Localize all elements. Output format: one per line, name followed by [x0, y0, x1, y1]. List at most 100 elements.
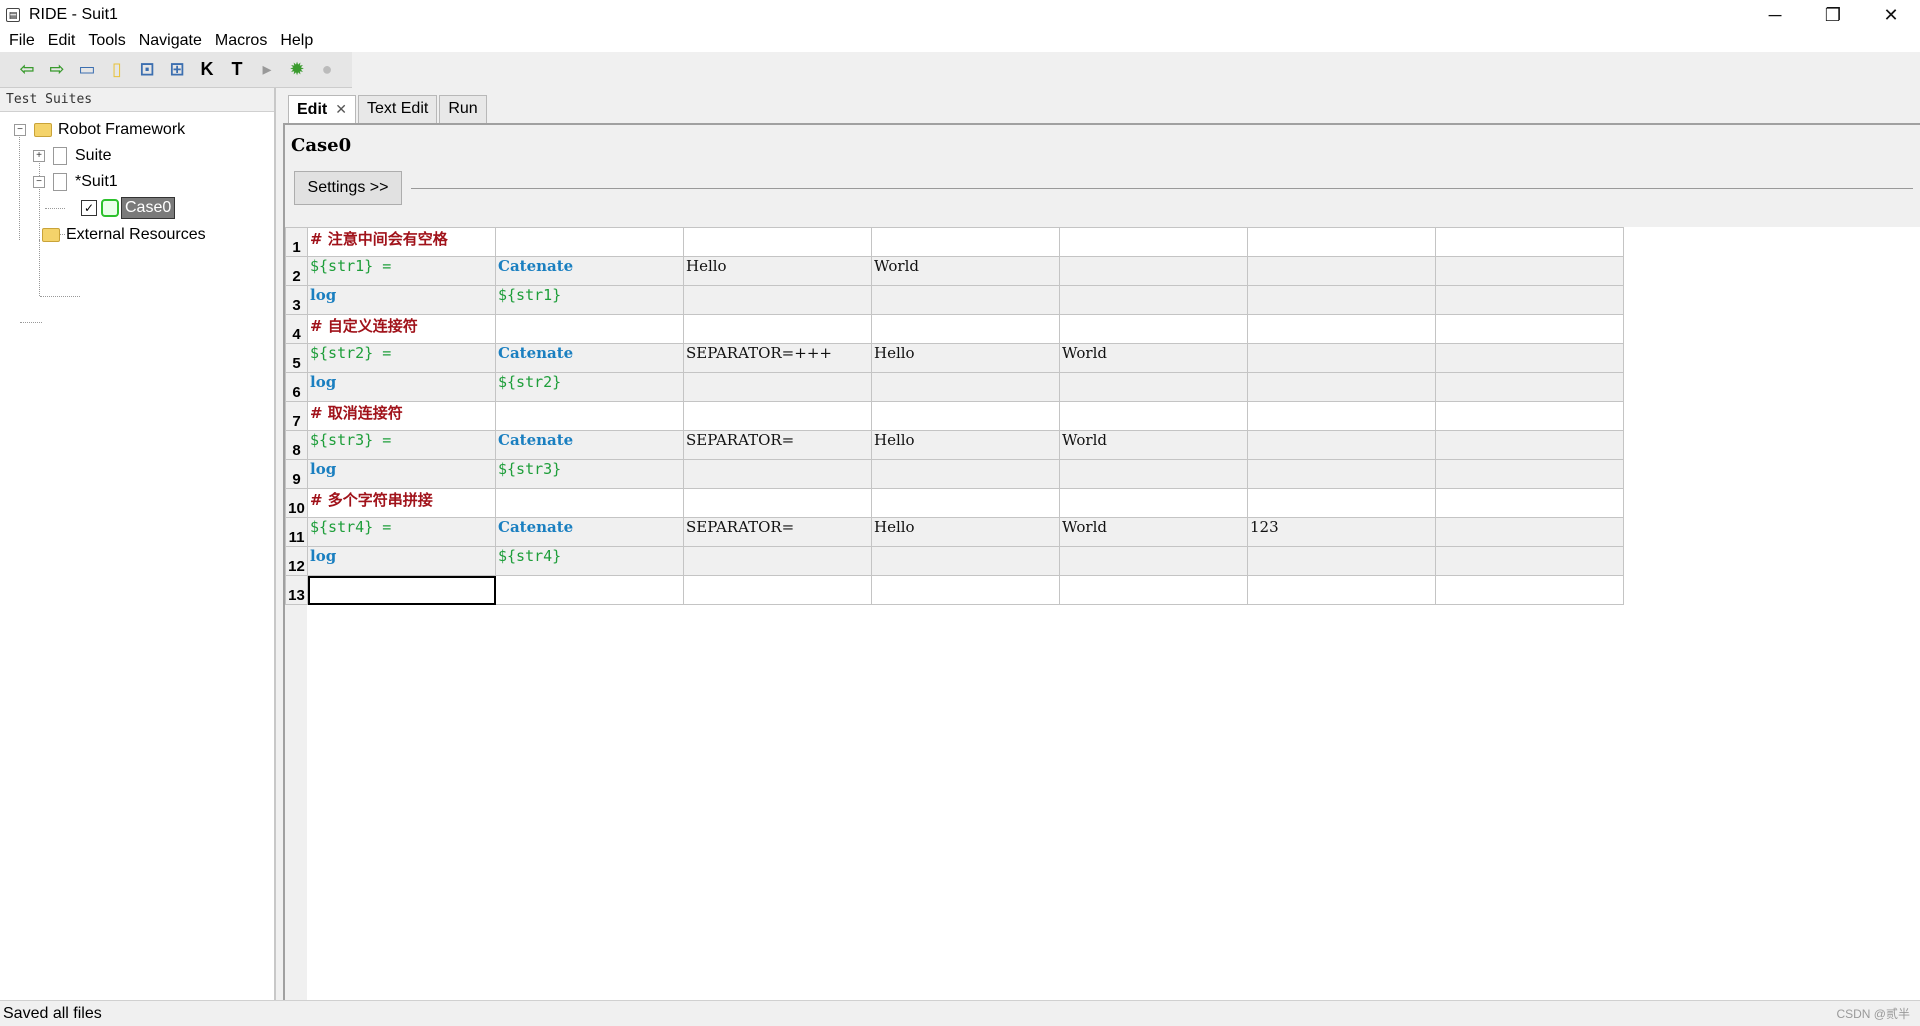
grid-cell[interactable]	[1435, 401, 1624, 431]
grid-cell[interactable]: Catenate	[495, 256, 684, 286]
grid-cell[interactable]: SEPARATOR=	[683, 517, 872, 547]
grid-cell[interactable]	[1435, 285, 1624, 315]
grid-cell[interactable]	[1059, 401, 1248, 431]
grid-cell[interactable]	[1247, 314, 1436, 344]
grid-cell[interactable]	[871, 285, 1060, 315]
close-button[interactable]: ✕	[1862, 0, 1920, 30]
grid-cell[interactable]	[871, 401, 1060, 431]
grid-cell[interactable]	[683, 227, 872, 257]
grid-cell[interactable]	[1247, 285, 1436, 315]
grid-cell[interactable]: log	[307, 285, 496, 315]
grid-cell[interactable]: World	[1059, 517, 1248, 547]
grid-cell[interactable]	[1059, 546, 1248, 576]
menu-navigate[interactable]: Navigate	[139, 32, 202, 50]
tab-run[interactable]: Run	[439, 95, 487, 123]
tree-node-case0[interactable]: ✓ Case0	[81, 196, 176, 220]
grid-cell[interactable]: Catenate	[495, 430, 684, 460]
grid-cell[interactable]: log	[307, 372, 496, 402]
grid-cell[interactable]: Hello	[871, 430, 1060, 460]
grid-cell[interactable]	[1247, 256, 1436, 286]
grid-cell[interactable]	[495, 575, 684, 605]
grid-cell[interactable]	[683, 575, 872, 605]
grid-cell[interactable]	[495, 401, 684, 431]
grid-cell[interactable]	[1435, 488, 1624, 518]
grid-cell[interactable]	[683, 372, 872, 402]
grid-cell[interactable]	[1059, 285, 1248, 315]
checkbox-icon[interactable]: ✓	[81, 200, 97, 216]
grid-cell[interactable]	[1059, 314, 1248, 344]
grid-cell[interactable]	[871, 372, 1060, 402]
grid-cell[interactable]	[1247, 343, 1436, 373]
grid-cell[interactable]: World	[871, 256, 1060, 286]
grid-cell[interactable]	[1059, 459, 1248, 489]
test-search-icon[interactable]: T	[226, 59, 248, 81]
grid-cell[interactable]: # 自定义连接符	[307, 314, 496, 344]
grid-cell[interactable]	[871, 227, 1060, 257]
grid-cell[interactable]	[1435, 256, 1624, 286]
tree-node-suite[interactable]: + Suite	[33, 144, 111, 168]
grid-cell[interactable]	[1247, 401, 1436, 431]
grid-cell[interactable]: ${str1}	[495, 285, 684, 315]
grid-cell[interactable]: Catenate	[495, 517, 684, 547]
grid-cell[interactable]: Hello	[871, 343, 1060, 373]
close-icon[interactable]: ✕	[335, 101, 347, 117]
grid-cell[interactable]	[683, 488, 872, 518]
minimize-button[interactable]: ─	[1746, 0, 1804, 30]
grid-cell[interactable]	[1059, 488, 1248, 518]
restore-button[interactable]: ❐	[1804, 0, 1862, 30]
grid-cell[interactable]: ${str3} =	[307, 430, 496, 460]
grid-cell[interactable]	[1059, 575, 1248, 605]
grid-cell[interactable]: # 注意中间会有空格	[307, 227, 496, 257]
grid-cell[interactable]	[1059, 372, 1248, 402]
grid-cell[interactable]	[871, 314, 1060, 344]
grid-cell[interactable]: World	[1059, 343, 1248, 373]
stop-icon[interactable]: ●	[316, 59, 338, 81]
open-folder-icon[interactable]: ▭	[76, 59, 98, 81]
grid-cell[interactable]: ${str4}	[495, 546, 684, 576]
menu-help[interactable]: Help	[280, 32, 313, 50]
grid-cell[interactable]	[495, 227, 684, 257]
grid-cell[interactable]	[683, 314, 872, 344]
menu-macros[interactable]: Macros	[215, 32, 267, 50]
tree-node-robot-framework[interactable]: − Robot Framework	[14, 118, 185, 142]
grid-cell[interactable]	[1435, 314, 1624, 344]
grid-cell[interactable]: log	[307, 459, 496, 489]
grid-cell[interactable]	[495, 314, 684, 344]
grid-cell[interactable]: ${str1} =	[307, 256, 496, 286]
grid-cell[interactable]	[495, 488, 684, 518]
expand-icon[interactable]: +	[33, 150, 45, 162]
tree-node-external-resources[interactable]: External Resources	[42, 223, 206, 247]
grid-cell[interactable]: World	[1059, 430, 1248, 460]
grid-cell[interactable]	[871, 459, 1060, 489]
grid-cell[interactable]: log	[307, 546, 496, 576]
grid-cell[interactable]: ${str2} =	[307, 343, 496, 373]
grid-cell[interactable]	[871, 546, 1060, 576]
collapse-icon[interactable]: −	[33, 176, 45, 188]
grid-cell[interactable]	[1059, 256, 1248, 286]
grid-cell[interactable]	[1247, 546, 1436, 576]
grid-cell[interactable]: Hello	[683, 256, 872, 286]
grid-cell[interactable]: SEPARATOR=	[683, 430, 872, 460]
tab-text-edit[interactable]: Text Edit	[357, 95, 438, 123]
grid-cell[interactable]	[1435, 517, 1624, 547]
grid-cell[interactable]	[683, 401, 872, 431]
new-file-icon[interactable]: ▯	[106, 59, 128, 81]
grid-cell[interactable]	[1247, 575, 1436, 605]
save-icon[interactable]: ⊡	[136, 59, 158, 81]
save-all-icon[interactable]: ⊞	[166, 59, 188, 81]
grid-cell[interactable]	[1435, 372, 1624, 402]
menu-file[interactable]: File	[9, 32, 35, 50]
grid-cell[interactable]	[683, 459, 872, 489]
tab-edit[interactable]: Edit ✕	[288, 95, 356, 123]
grid-cell[interactable]: Hello	[871, 517, 1060, 547]
grid-cell[interactable]: ${str3}	[495, 459, 684, 489]
grid-cell[interactable]	[1247, 459, 1436, 489]
grid-cell[interactable]: # 多个字符串拼接	[307, 488, 496, 518]
grid-cell[interactable]	[1435, 430, 1624, 460]
collapse-icon[interactable]: −	[14, 124, 26, 136]
settings-button[interactable]: Settings >>	[294, 171, 402, 205]
grid-cell[interactable]: 123	[1247, 517, 1436, 547]
tree-node-suit1[interactable]: − *Suit1	[33, 170, 118, 194]
run-icon[interactable]: ▸	[256, 59, 278, 81]
grid-cell[interactable]: # 取消连接符	[307, 401, 496, 431]
